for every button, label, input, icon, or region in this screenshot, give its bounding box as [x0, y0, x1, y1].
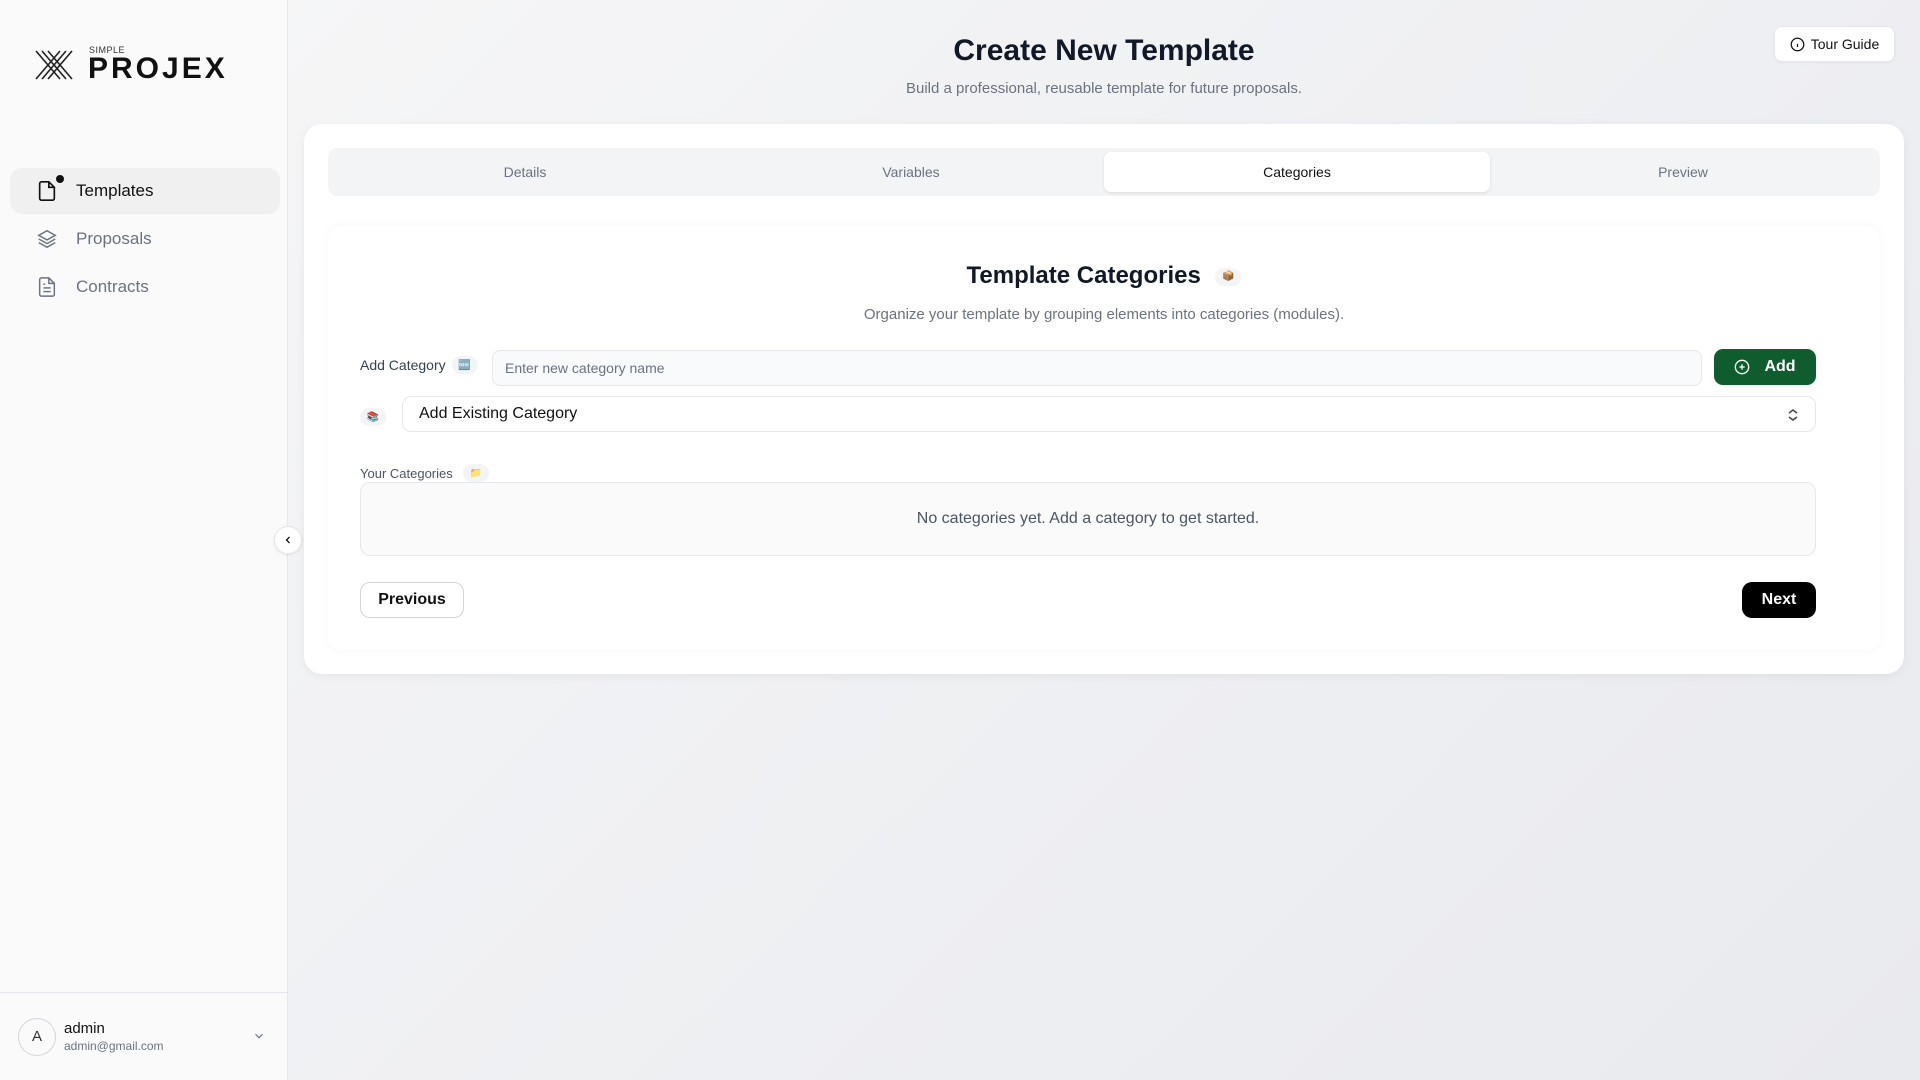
existing-category-label: Add Existing Category — [419, 405, 578, 422]
user-email: admin@gmail.com — [64, 1039, 164, 1053]
books-icon: 📚 — [360, 408, 386, 426]
info-icon — [1790, 37, 1805, 51]
wizard-tabs: Details Variables Categories Preview — [328, 148, 1880, 196]
add-button-label: Add — [1764, 358, 1796, 375]
empty-categories-message: No categories yet. Add a category to get… — [360, 482, 1816, 556]
chevron-down-icon[interactable] — [252, 1029, 266, 1043]
sidebar-item-label: Proposals — [76, 229, 152, 248]
category-name-input[interactable] — [492, 350, 1702, 386]
layers-icon — [37, 229, 57, 249]
previous-button[interactable]: Previous — [360, 582, 464, 618]
sidebar-collapse-button[interactable] — [274, 526, 302, 554]
add-category-label-wrap: Add Category 🆕 — [360, 356, 478, 374]
document-icon — [38, 277, 56, 297]
notification-dot — [56, 175, 64, 183]
tab-categories[interactable]: Categories — [1104, 152, 1490, 192]
section-title: Template Categories — [966, 262, 1201, 289]
chevron-up-down-icon — [1788, 409, 1798, 421]
sidebar-nav: Templates Proposals Contracts — [10, 168, 280, 312]
user-menu[interactable]: A admin admin@gmail.com — [0, 992, 288, 1080]
brand-name: PROJEX — [88, 52, 228, 85]
tour-guide-label: Tour Guide — [1810, 36, 1880, 52]
existing-category-select[interactable]: Add Existing Category — [402, 396, 1816, 432]
add-category-label: Add Category — [360, 357, 446, 373]
user-name: admin — [64, 1020, 105, 1037]
tab-variables[interactable]: Variables — [718, 152, 1104, 192]
your-categories-label: Your Categories — [360, 465, 453, 481]
sidebar: SIMPLE PROJEX Templates Proposals Contra… — [0, 0, 288, 1080]
your-categories-label-wrap: Your Categories 📁 — [360, 464, 489, 482]
sidebar-item-templates[interactable]: Templates — [10, 168, 280, 214]
sidebar-item-label: Templates — [76, 181, 154, 200]
sidebar-item-proposals[interactable]: Proposals — [10, 216, 280, 262]
tab-details[interactable]: Details — [332, 152, 718, 192]
add-category-button[interactable]: Add — [1714, 349, 1816, 385]
chevron-left-icon — [285, 536, 290, 544]
brand-logo[interactable]: SIMPLE PROJEX — [34, 45, 228, 85]
avatar: A — [18, 1017, 56, 1056]
folder-icon: 📁 — [462, 464, 489, 482]
page-subtitle: Build a professional, reusable template … — [905, 80, 1303, 97]
section-subtitle: Organize your template by grouping eleme… — [863, 306, 1345, 323]
section-title-wrap: Template Categories 📦 — [328, 262, 1880, 290]
file-icon — [38, 181, 56, 201]
sidebar-item-contracts[interactable]: Contracts — [10, 264, 280, 310]
template-wizard-card: Details Variables Categories Preview Tem… — [304, 124, 1904, 674]
package-icon: 📦 — [1215, 267, 1242, 286]
brand-tagline: SIMPLE — [89, 45, 126, 55]
sidebar-item-label: Contracts — [76, 277, 149, 296]
next-button[interactable]: Next — [1742, 582, 1816, 618]
tour-guide-button[interactable]: Tour Guide — [1774, 26, 1895, 62]
plus-circle-icon — [1735, 359, 1750, 375]
tab-preview[interactable]: Preview — [1490, 152, 1876, 192]
new-badge-icon: 🆕 — [451, 356, 478, 374]
projex-logo-icon — [35, 50, 73, 80]
page-title: Create New Template — [953, 34, 1255, 67]
categories-panel: Template Categories 📦 Organize your temp… — [328, 226, 1880, 650]
